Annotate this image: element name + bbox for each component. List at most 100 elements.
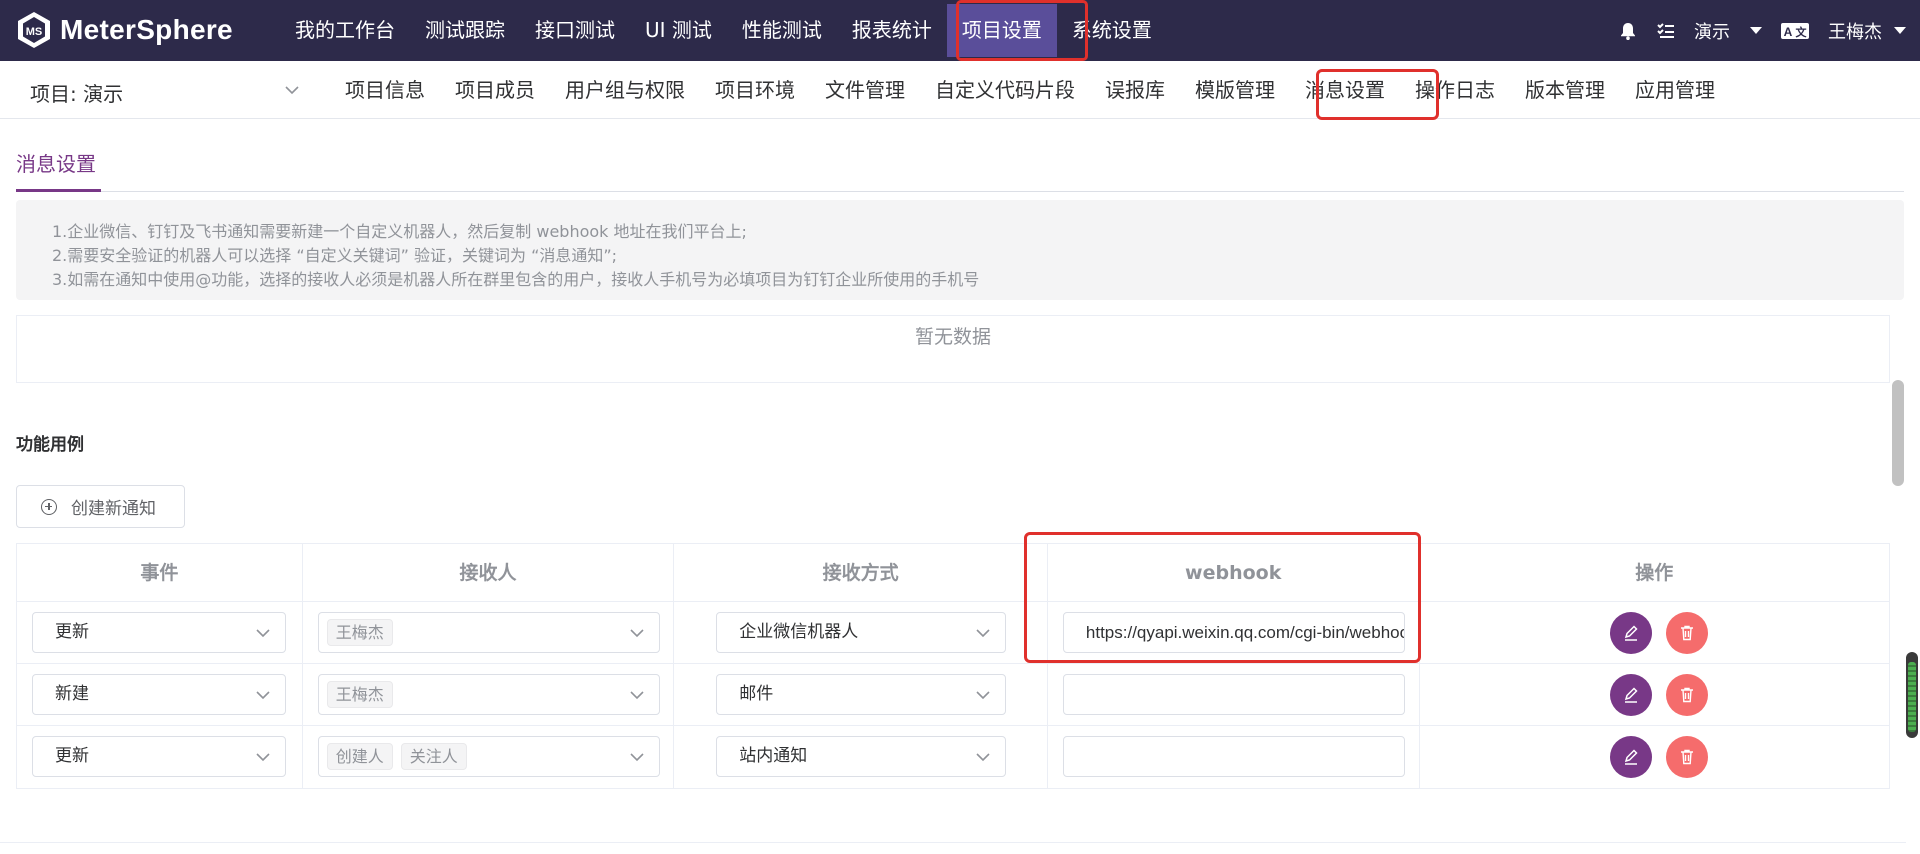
- workspace-switcher[interactable]: 演示: [1694, 18, 1762, 44]
- topnav-ui-test[interactable]: UI 测试: [630, 0, 727, 61]
- tip-line-3: 3.如需在通知中使用@功能，选择的接收人必须是机器人所在群里包含的用户，接收人手…: [52, 270, 980, 289]
- main-content: 消息设置 1.企业微信、钉钉及飞书通知需要新建一个自定义机器人，然后复制 web…: [0, 120, 1920, 854]
- metersphere-logo-icon: MS: [18, 12, 50, 48]
- subnav-templates[interactable]: 模版管理: [1180, 61, 1290, 119]
- method-select[interactable]: 邮件: [716, 674, 1007, 715]
- active-tab-indicator: [16, 189, 101, 192]
- chevron-down-icon: [976, 753, 990, 762]
- method-value: 邮件: [739, 684, 774, 704]
- task-list-icon[interactable]: [1656, 21, 1676, 41]
- subnav-project-env[interactable]: 项目环境: [700, 61, 810, 119]
- method-select[interactable]: 企业微信机器人: [716, 612, 1007, 653]
- page-scrollbar-thumb[interactable]: [1908, 662, 1916, 732]
- subnav-version-management[interactable]: 版本管理: [1510, 61, 1620, 119]
- method-cell: 邮件: [674, 664, 1048, 726]
- topnav-report[interactable]: 报表统计: [837, 0, 947, 61]
- webhook-input[interactable]: [1062, 736, 1405, 777]
- bell-icon[interactable]: [1618, 21, 1638, 41]
- brand-logo[interactable]: MS MeterSphere: [14, 8, 233, 52]
- delete-button[interactable]: [1665, 674, 1708, 716]
- actions-cell: [1420, 664, 1890, 726]
- table-row: 更新 王梅杰 企业微信机器人: [17, 602, 1889, 664]
- delete-icon: [1680, 687, 1693, 703]
- svg-text:MS: MS: [26, 26, 43, 38]
- receiver-select[interactable]: 王梅杰: [317, 674, 660, 715]
- table-header: 事件 接收人 接收方式 webhook 操作: [17, 544, 1889, 602]
- empty-text: 暂无数据: [914, 326, 991, 348]
- chevron-down-icon: [630, 629, 644, 638]
- row-actions: [1609, 674, 1722, 716]
- receiver-cell: 创建人 关注人: [303, 726, 675, 788]
- method-select[interactable]: 站内通知: [716, 736, 1007, 777]
- top-right-toolbar: 演示 A文 王梅杰: [1600, 0, 1906, 61]
- delete-button[interactable]: [1665, 612, 1708, 654]
- event-select[interactable]: 更新: [32, 736, 286, 777]
- subnav-user-groups[interactable]: 用户组与权限: [550, 61, 700, 119]
- subnav-project-info[interactable]: 项目信息: [330, 61, 440, 119]
- receiver-tag: 创建人: [326, 742, 393, 770]
- subnav-app-management[interactable]: 应用管理: [1620, 61, 1730, 119]
- receiver-cell: 王梅杰: [303, 664, 675, 726]
- actions-cell: [1420, 602, 1890, 664]
- column-header-receiver: 接收人: [303, 544, 675, 602]
- user-menu[interactable]: 王梅杰: [1828, 18, 1906, 44]
- method-value: 企业微信机器人: [739, 622, 859, 642]
- event-value: 更新: [55, 622, 89, 642]
- event-select[interactable]: 更新: [32, 612, 286, 653]
- webhook-cell: [1048, 664, 1420, 726]
- chevron-down-icon: [285, 86, 299, 95]
- topnav-test-track[interactable]: 测试跟踪: [410, 0, 520, 61]
- event-cell: 新建: [17, 664, 303, 726]
- delete-icon: [1680, 625, 1693, 641]
- subnav-custom-code[interactable]: 自定义代码片段: [920, 61, 1090, 119]
- receiver-select[interactable]: 王梅杰: [317, 612, 660, 653]
- tip-line-1: 1.企业微信、钉钉及飞书通知需要新建一个自定义机器人，然后复制 webhook …: [52, 222, 747, 241]
- brand-name: MeterSphere: [60, 14, 233, 45]
- column-header-actions: 操作: [1635, 562, 1674, 584]
- edit-button[interactable]: [1609, 612, 1652, 654]
- method-cell: 企业微信机器人: [674, 602, 1048, 664]
- language-icon[interactable]: A文: [1780, 21, 1810, 41]
- chevron-down-icon: [976, 629, 990, 638]
- subnav-false-positive[interactable]: 误报库: [1090, 61, 1180, 119]
- table-row: 新建 王梅杰 邮件: [17, 664, 1889, 726]
- chevron-down-icon: [256, 629, 270, 638]
- chevron-down-icon: [256, 691, 270, 700]
- edit-button[interactable]: [1609, 674, 1652, 716]
- highlight-box-project-settings: [956, 0, 1088, 61]
- create-notification-label: 创建新通知: [71, 499, 156, 519]
- webhook-input[interactable]: [1062, 674, 1405, 715]
- svg-text:文: 文: [1796, 25, 1808, 39]
- topnav-api-test[interactable]: 接口测试: [520, 0, 630, 61]
- tip-line-2: 2.需要安全验证的机器人可以选择 “自定义关键词” 验证，关键词为 “消息通知”…: [52, 246, 618, 265]
- receiver-cell: 王梅杰: [303, 602, 675, 664]
- event-select[interactable]: 新建: [32, 674, 286, 715]
- chevron-down-icon: [630, 691, 644, 700]
- chevron-down-icon: [976, 691, 990, 700]
- project-select-label: 项目: 演示: [30, 82, 124, 106]
- subnav-file-management[interactable]: 文件管理: [810, 61, 920, 119]
- receiver-tag: 关注人: [400, 742, 467, 770]
- edit-button[interactable]: [1609, 736, 1652, 778]
- create-notification-button[interactable]: 创建新通知: [16, 485, 185, 528]
- topnav-performance-test[interactable]: 性能测试: [727, 0, 837, 61]
- edit-icon: [1624, 625, 1638, 641]
- content-scrollbar[interactable]: [1892, 380, 1904, 486]
- subnav-menu: 项目信息 项目成员 用户组与权限 项目环境 文件管理 自定义代码片段 误报库 模…: [330, 61, 1730, 119]
- chevron-down-icon: [256, 753, 270, 762]
- delete-icon: [1680, 749, 1693, 765]
- column-header-event: 事件: [17, 544, 303, 602]
- project-select[interactable]: 项目: 演示: [30, 78, 300, 107]
- subnav-project-members[interactable]: 项目成员: [440, 61, 550, 119]
- topnav-workbench[interactable]: 我的工作台: [280, 0, 410, 61]
- svg-text:A: A: [1784, 25, 1793, 39]
- tab-message-settings[interactable]: 消息设置: [16, 148, 96, 177]
- chevron-down-icon: [1894, 27, 1906, 34]
- row-actions: [1609, 736, 1722, 778]
- chevron-down-icon: [1750, 27, 1762, 34]
- section-title: 功能用例: [16, 435, 84, 455]
- receiver-select[interactable]: 创建人 关注人: [317, 736, 660, 777]
- column-header-method: 接收方式: [674, 544, 1048, 602]
- delete-button[interactable]: [1665, 736, 1708, 778]
- tips-panel: 1.企业微信、钉钉及飞书通知需要新建一个自定义机器人，然后复制 webhook …: [16, 200, 1904, 300]
